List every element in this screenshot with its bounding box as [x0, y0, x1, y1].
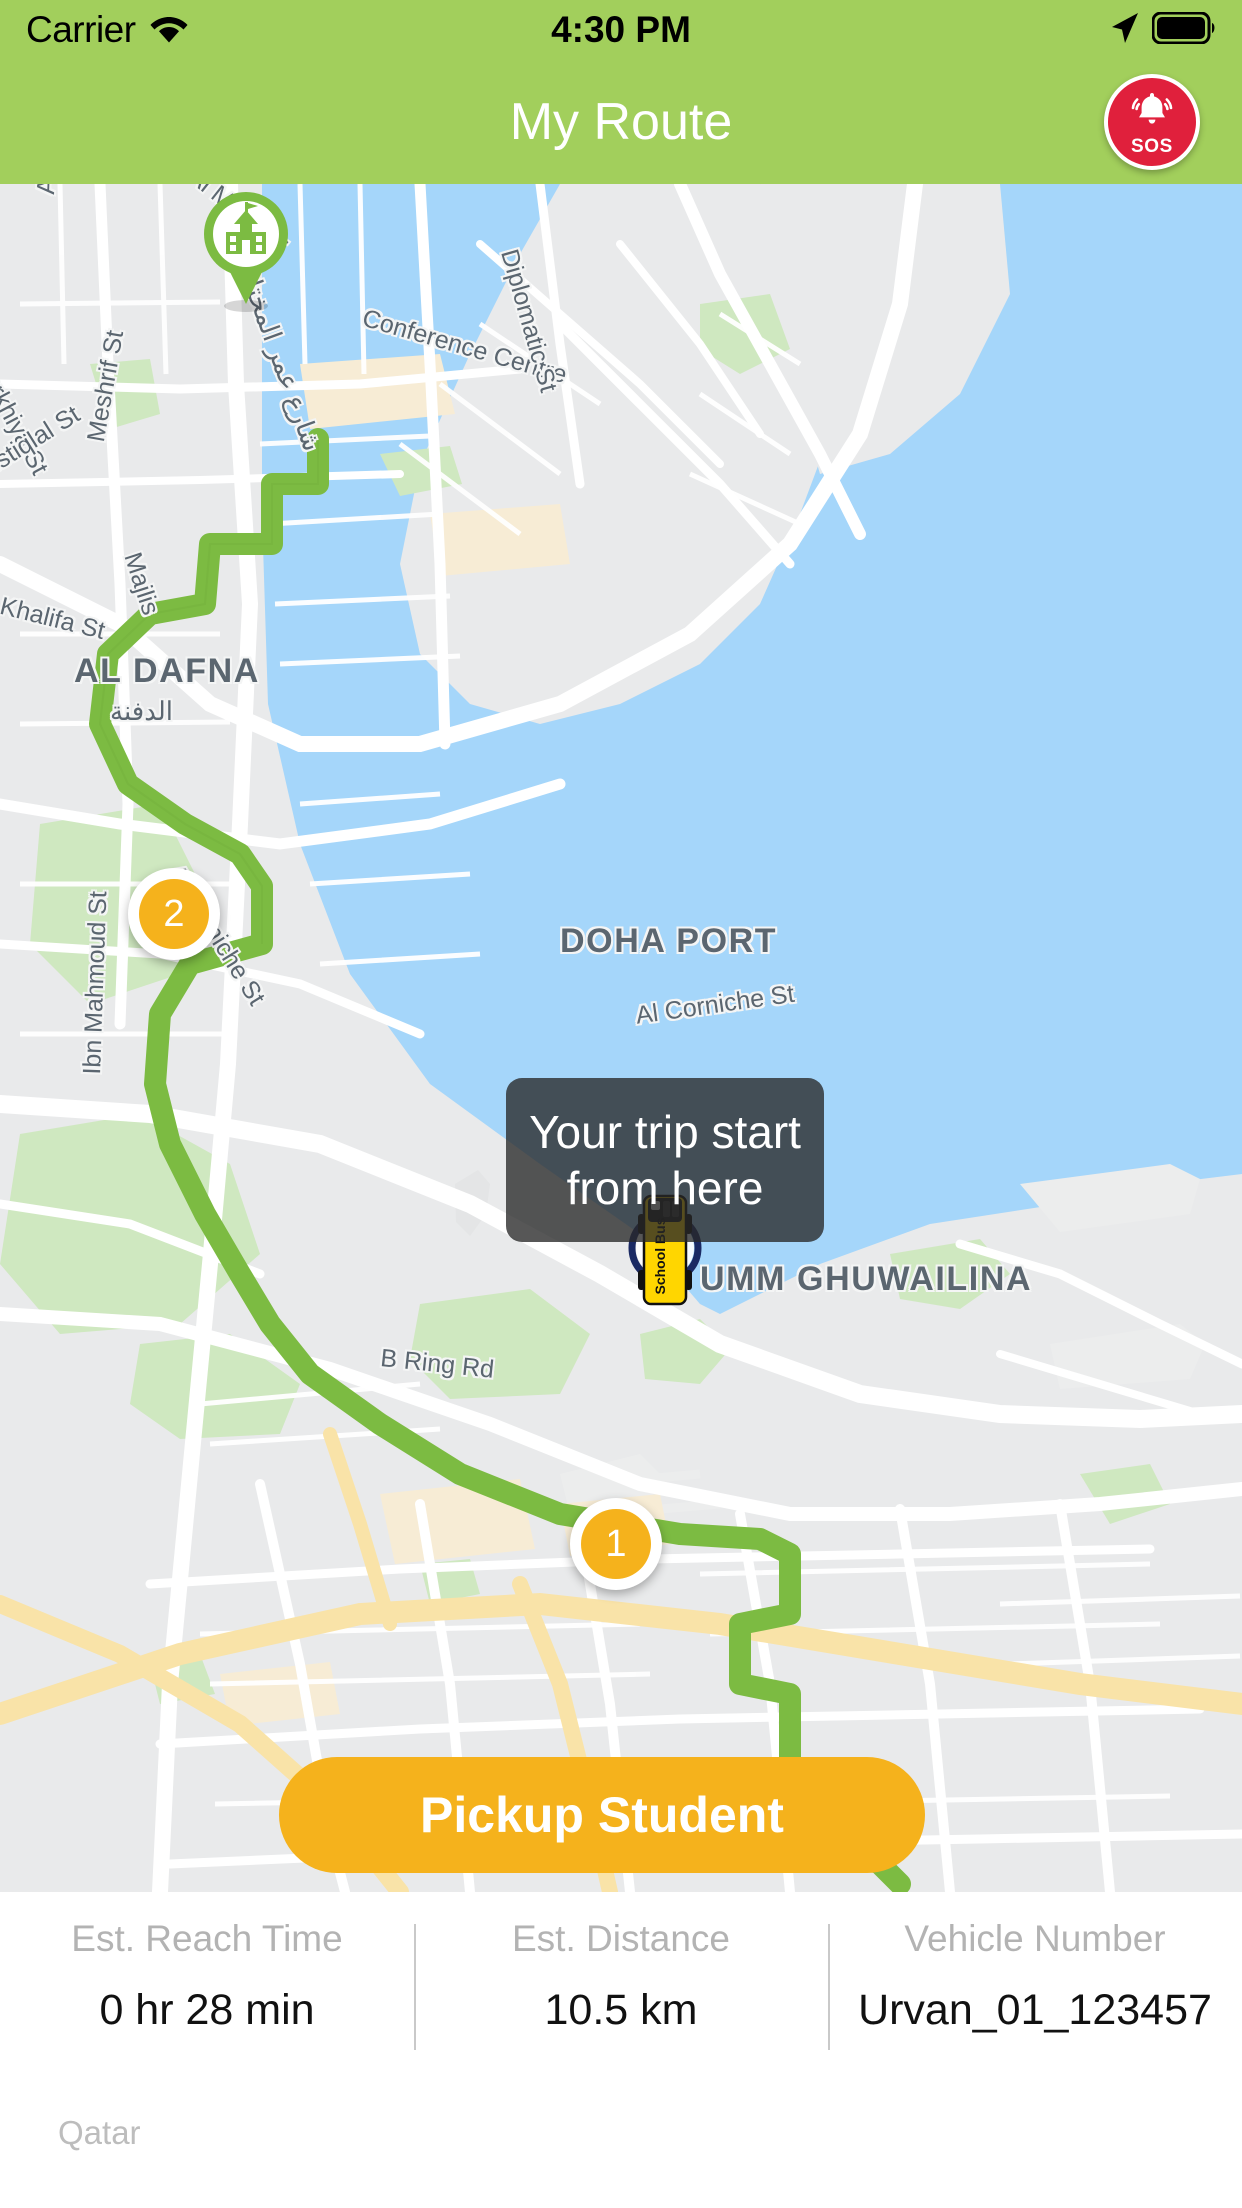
map-view[interactable]: Al Bay Al Mukhtar Meshrif St Al Markhiya…: [0, 184, 1242, 1892]
status-bar: Carrier 4:30 PM: [0, 0, 1242, 60]
location-arrow-icon: [1108, 11, 1140, 50]
info-label: Est. Reach Time: [71, 1918, 343, 1959]
info-distance: Est. Distance 10.5 km: [414, 1918, 828, 2062]
status-bar-left: Carrier: [26, 9, 188, 51]
tooltip-line-1: Your trip start: [529, 1106, 801, 1158]
trip-info-row: Est. Reach Time 0 hr 28 min Est. Distanc…: [0, 1892, 1242, 2062]
map-canvas: [0, 184, 1242, 1892]
info-reach-time: Est. Reach Time 0 hr 28 min: [0, 1918, 414, 2062]
sos-label: SOS: [1131, 135, 1173, 157]
battery-icon: [1151, 11, 1216, 49]
route-stop-marker-2[interactable]: 2: [128, 868, 220, 960]
trip-start-tooltip: Your trip start from here: [506, 1078, 824, 1243]
carrier-label: Carrier: [26, 9, 136, 50]
pickup-student-button[interactable]: Pickup Student: [279, 1757, 925, 1873]
route-stop-number: 2: [139, 879, 209, 949]
page-title: My Route: [509, 93, 733, 151]
route-stop-marker-1[interactable]: 1: [570, 1498, 662, 1590]
info-vehicle-number: Vehicle Number Urvan_01_123457: [828, 1918, 1242, 2062]
trip-info-panel: Est. Reach Time 0 hr 28 min Est. Distanc…: [0, 1892, 1242, 2208]
wifi-icon: [150, 13, 188, 48]
info-label: Est. Distance: [512, 1918, 730, 1959]
info-value: 0 hr 28 min: [99, 1986, 315, 2034]
alarm-bell-icon: [1128, 89, 1176, 134]
school-destination-pin[interactable]: [200, 188, 292, 314]
country-label: Qatar: [58, 2114, 141, 2151]
status-bar-right: [1108, 11, 1216, 50]
info-value: 10.5 km: [544, 1986, 698, 2034]
info-label: Vehicle Number: [904, 1918, 1166, 1959]
route-stop-number: 1: [581, 1509, 651, 1579]
tooltip-line-2: from here: [566, 1162, 764, 1215]
navigation-bar: My Route SOS: [0, 60, 1242, 184]
info-value: Urvan_01_123457: [858, 1986, 1212, 2034]
sos-button[interactable]: SOS: [1104, 74, 1200, 170]
route-screen: Carrier 4:30 PM My Route SOS Meshrif St …: [0, 0, 1242, 2208]
